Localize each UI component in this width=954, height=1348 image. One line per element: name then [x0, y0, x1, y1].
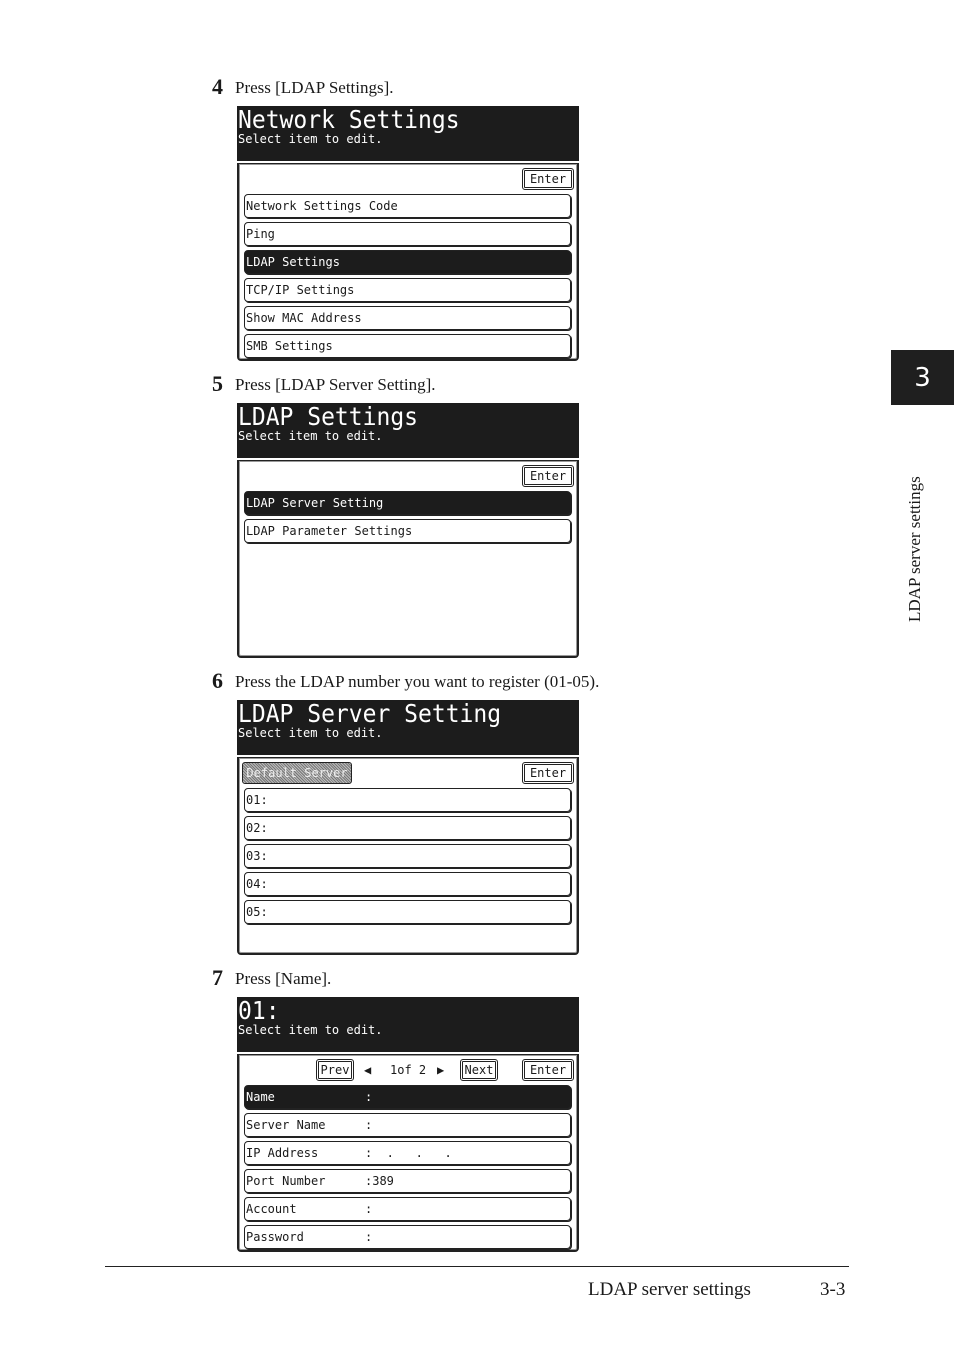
- ldap-server-01-screen: 01: Select item to edit. Prev ◀ 1of 2 ▶ …: [237, 996, 579, 1252]
- step-number: 7: [212, 965, 223, 990]
- page-indicator: 1of 2: [390, 1063, 427, 1077]
- screen-header: LDAP Settings Select item to edit.: [237, 402, 579, 458]
- screen-title: LDAP Settings: [238, 402, 419, 431]
- step-number: 5: [212, 371, 223, 396]
- chapter-tab: 3: [891, 350, 954, 405]
- field-ip-address[interactable]: IP Address : . . .: [244, 1141, 571, 1165]
- screen-header: Network Settings Select item to edit.: [237, 105, 579, 161]
- screen-header: LDAP Server Setting Select item to edit.: [237, 699, 579, 755]
- ldap-server-item-04[interactable]: 04:: [244, 872, 571, 896]
- prev-button[interactable]: Prev: [316, 1059, 354, 1081]
- field-value: :: [365, 1118, 373, 1132]
- field-server-name[interactable]: Server Name:: [244, 1113, 571, 1137]
- menu-item-network-settings-code[interactable]: Network Settings Code: [244, 194, 571, 218]
- step-number: 4: [212, 74, 223, 99]
- next-button[interactable]: Next: [460, 1059, 498, 1081]
- menu-item-ldap-settings[interactable]: LDAP Settings: [244, 250, 571, 274]
- left-arrow-icon: ◀: [364, 1063, 372, 1077]
- field-label: IP Address: [246, 1146, 319, 1160]
- screen-subtitle: Select item to edit.: [238, 429, 383, 443]
- field-port-number[interactable]: Port Number :389: [244, 1169, 571, 1193]
- field-label: Account: [246, 1202, 297, 1216]
- footer-divider: [105, 1266, 849, 1267]
- screen-title: Network Settings: [238, 105, 460, 134]
- field-label: Name: [246, 1090, 275, 1104]
- field-value: :: [365, 1090, 373, 1104]
- field-value: :389: [365, 1174, 394, 1188]
- menu-item-smb-settings[interactable]: SMB Settings: [244, 334, 571, 358]
- enter-button[interactable]: Enter: [522, 762, 574, 784]
- field-label: Server Name: [246, 1118, 326, 1132]
- screen-subtitle: Select item to edit.: [238, 1023, 383, 1037]
- field-value: : . . .: [365, 1146, 452, 1160]
- menu-item-show-mac-address[interactable]: Show MAC Address: [244, 306, 571, 330]
- screen-header: 01: Select item to edit.: [237, 996, 579, 1052]
- ldap-server-item-05[interactable]: 05:: [244, 900, 571, 924]
- menu-item-ldap-server-setting[interactable]: LDAP Server Setting: [244, 491, 571, 515]
- menu-item-ping[interactable]: Ping: [244, 222, 571, 246]
- page-number: 3-3: [820, 1279, 846, 1300]
- step-text: Press [LDAP Settings].: [235, 78, 394, 97]
- enter-button[interactable]: Enter: [522, 465, 574, 487]
- field-label: Password: [246, 1230, 304, 1244]
- chapter-side-label: LDAP server settings: [905, 476, 924, 622]
- screen-title: 01:: [238, 996, 280, 1025]
- ldap-server-item-03[interactable]: 03:: [244, 844, 571, 868]
- step-text: Press the LDAP number you want to regist…: [235, 672, 600, 691]
- screen-subtitle: Select item to edit.: [238, 132, 383, 146]
- screen-title: LDAP Server Setting: [238, 699, 502, 728]
- field-label: Port Number: [246, 1174, 326, 1188]
- field-value: :: [365, 1202, 373, 1216]
- field-account[interactable]: Account:: [244, 1197, 571, 1221]
- enter-button[interactable]: Enter: [522, 1059, 574, 1081]
- network-settings-screen: Network Settings Select item to edit. En…: [237, 105, 579, 361]
- field-value: :: [365, 1230, 373, 1244]
- menu-item-ldap-parameter-settings[interactable]: LDAP Parameter Settings: [244, 519, 571, 543]
- footer-section-title: LDAP server settings: [588, 1279, 751, 1300]
- ldap-server-setting-screen: LDAP Server Setting Select item to edit.…: [237, 699, 579, 955]
- step-text: Press [Name].: [235, 969, 332, 988]
- field-password[interactable]: Password:: [244, 1225, 571, 1249]
- step-text: Press [LDAP Server Setting].: [235, 375, 436, 394]
- step-number: 6: [212, 668, 223, 693]
- enter-button[interactable]: Enter: [522, 168, 574, 190]
- menu-item-tcpip-settings[interactable]: TCP/IP Settings: [244, 278, 571, 302]
- default-server-button[interactable]: Default Server: [242, 762, 352, 784]
- right-arrow-icon: ▶: [437, 1063, 445, 1077]
- screen-subtitle: Select item to edit.: [238, 726, 383, 740]
- ldap-settings-screen: LDAP Settings Select item to edit. Enter…: [237, 402, 579, 658]
- ldap-server-item-02[interactable]: 02:: [244, 816, 571, 840]
- field-name[interactable]: Name:: [244, 1085, 571, 1109]
- ldap-server-item-01[interactable]: 01:: [244, 788, 571, 812]
